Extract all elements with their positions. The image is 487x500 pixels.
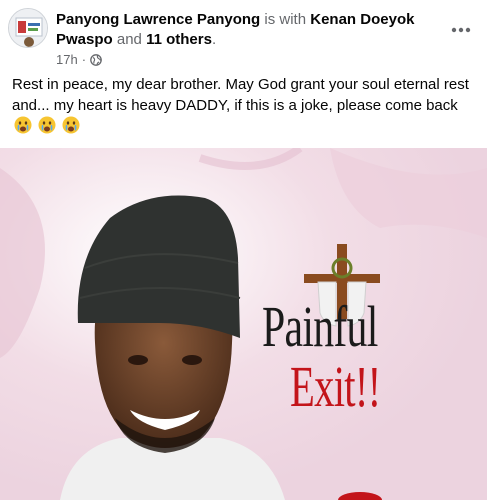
post-meta: 17h ·: [56, 52, 102, 67]
poster-title-exit: Exit!!: [290, 354, 381, 419]
facebook-post: Panyong Lawrence Panyong is with Kenan D…: [0, 0, 487, 500]
globe-icon[interactable]: [90, 53, 102, 66]
author-line: Panyong Lawrence Panyong is with Kenan D…: [56, 10, 436, 50]
with-text: is with: [264, 11, 307, 28]
end-punctuation: .: [211, 31, 217, 48]
post-header: Panyong Lawrence Panyong is with Kenan D…: [8, 8, 479, 67]
more-options-icon[interactable]: [447, 20, 475, 40]
author-avatar[interactable]: [8, 8, 48, 48]
poster-title-painful: Painful: [262, 294, 378, 359]
crying-face-emoji: [14, 116, 32, 134]
author-name[interactable]: Panyong Lawrence Panyong: [56, 11, 260, 28]
post-time[interactable]: 17h: [56, 52, 78, 67]
post-photo[interactable]: Painful Exit!!: [0, 148, 487, 500]
others-link[interactable]: 11 others: [146, 31, 212, 48]
avatar-image: [9, 9, 47, 47]
meta-separator: ·: [81, 52, 87, 67]
crying-face-emoji: [62, 116, 80, 134]
caption-text: Rest in peace, my dear brother. May God …: [12, 76, 469, 114]
and-text: and: [116, 31, 142, 48]
post-caption: Rest in peace, my dear brother. May God …: [12, 74, 478, 137]
memorial-poster-image: [0, 148, 487, 500]
crying-face-emoji: [38, 116, 56, 134]
